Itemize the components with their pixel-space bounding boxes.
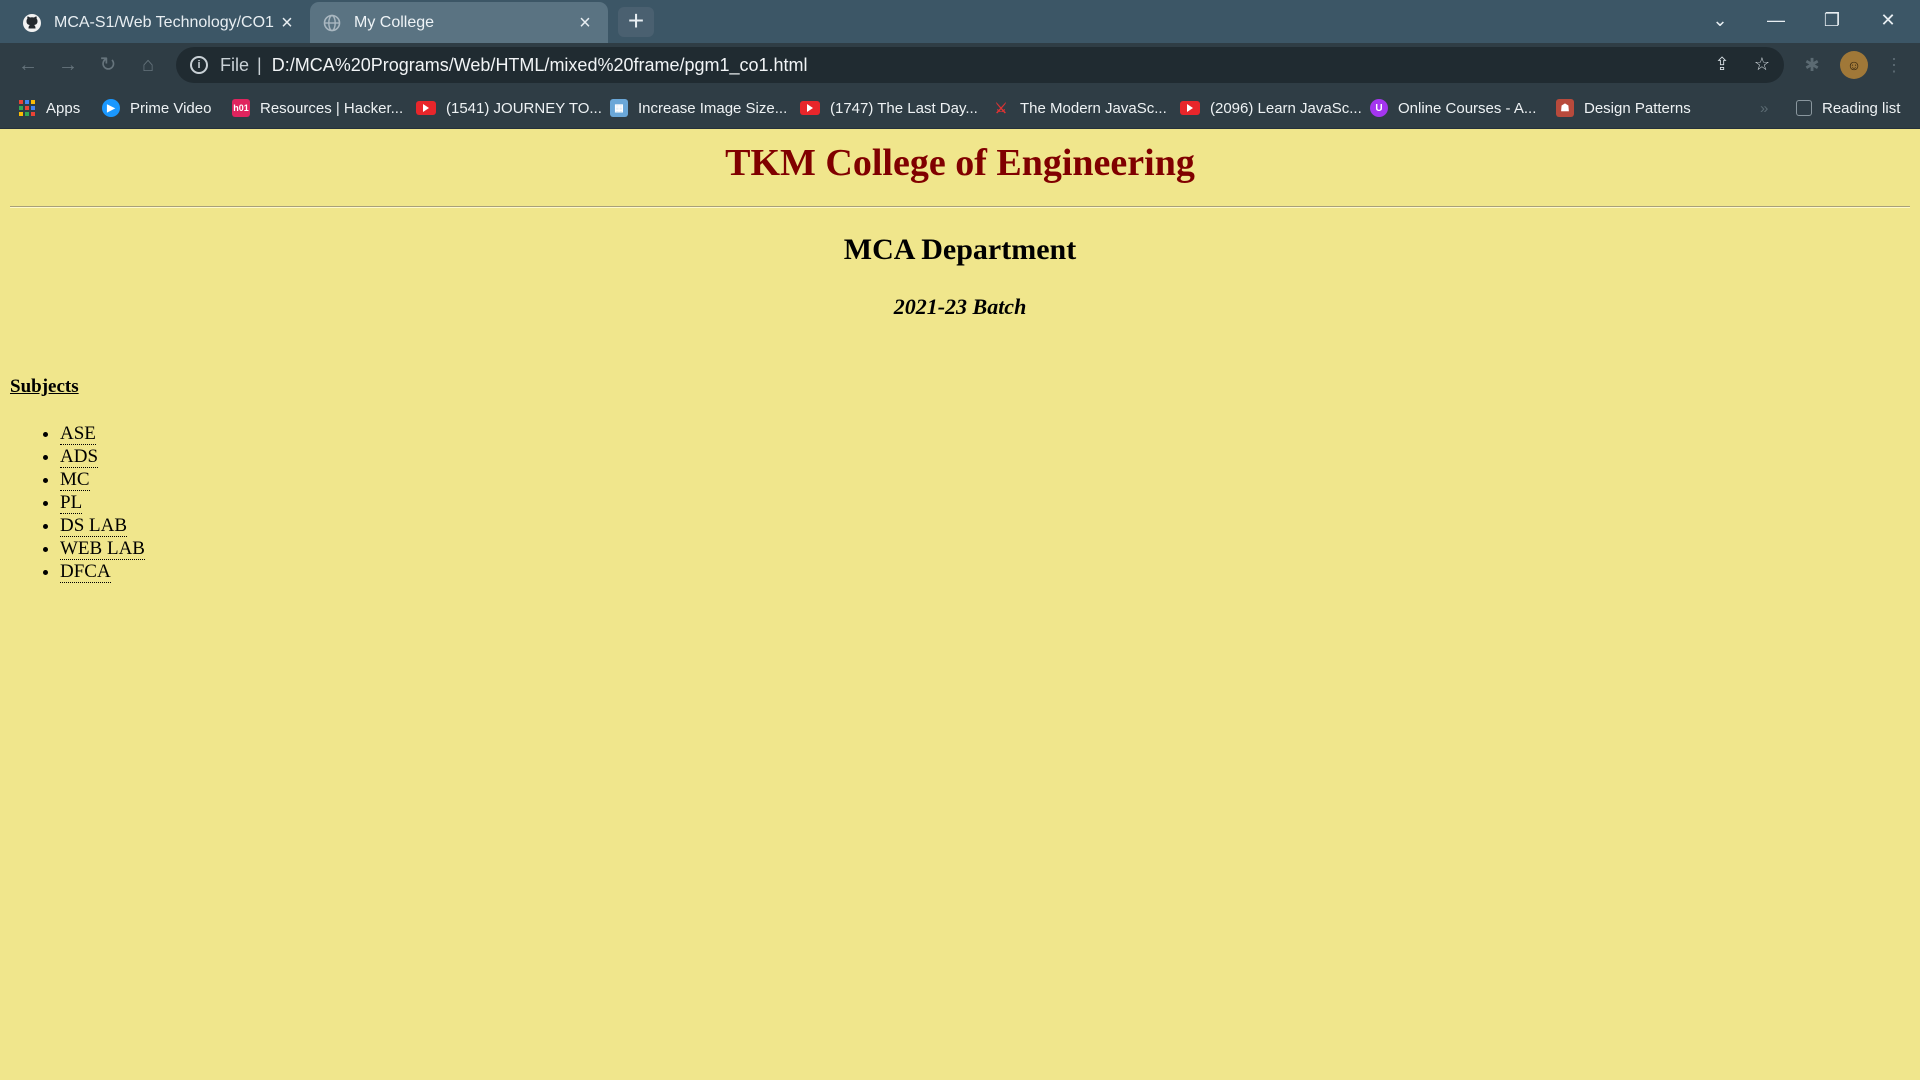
department-heading: MCA Department: [843, 233, 1077, 266]
minimize-button[interactable]: —: [1748, 0, 1804, 43]
subject-item: DFCA: [60, 560, 145, 583]
bookmark-label: Prime Video: [130, 99, 212, 117]
hacker-rank-icon: h01: [232, 99, 250, 117]
close-window-button[interactable]: ✕: [1860, 0, 1916, 43]
url-scheme: File: [220, 54, 250, 75]
bookmark-apps[interactable]: Apps: [18, 95, 80, 121]
address-bar[interactable]: i File | D:/MCA%20Programs/Web/HTML/mixe…: [176, 47, 1784, 83]
menu-icon[interactable]: ⋮: [1880, 51, 1908, 79]
url-text[interactable]: D:/MCA%20Programs/Web/HTML/mixed%20frame…: [272, 55, 808, 76]
subject-ase[interactable]: ASE: [60, 423, 96, 445]
subject-pl[interactable]: PL: [60, 492, 83, 514]
javascript-info-icon: ⚔: [994, 99, 1008, 116]
bookmark-label: (2096) Learn JavaSc...: [1210, 99, 1362, 117]
browser-toolbar: ← → ↻ ⌂ i File | D:/MCA%20Programs/Web/H…: [0, 43, 1920, 87]
bookmark-modern-js[interactable]: ⚔ The Modern JavaSc...: [992, 95, 1167, 121]
bookmark-label: Resources | Hacker...: [260, 99, 404, 117]
close-tab-icon[interactable]: ×: [574, 12, 596, 34]
subject-item: ASE: [60, 422, 145, 445]
bookmark-label: Design Patterns: [1584, 99, 1691, 117]
subjects-heading: Subjects: [10, 376, 79, 397]
bookmark-label: (1541) JOURNEY TO...: [446, 99, 602, 117]
bookmark-label: Apps: [46, 99, 81, 117]
subjects-list: ASE ADS MC PL DS LAB WEB LAB DFCA: [40, 422, 145, 583]
globe-icon: [322, 13, 342, 33]
subject-item: DS LAB: [60, 514, 145, 537]
bookmark-label: Online Courses - A...: [1398, 99, 1537, 117]
bookmarks-overflow-icon[interactable]: »: [1760, 95, 1768, 121]
page-content: TKM College of Engineering MCA Departmen…: [0, 129, 1920, 1080]
image-icon: ▦: [610, 99, 628, 117]
close-tab-icon[interactable]: ×: [276, 12, 298, 34]
subject-item: MC: [60, 468, 145, 491]
profile-avatar[interactable]: ☺: [1840, 51, 1868, 79]
bookmark-learn-js[interactable]: (2096) Learn JavaSc...: [1180, 95, 1362, 121]
bookmark-design-patterns[interactable]: ☗ Design Patterns: [1556, 95, 1691, 121]
youtube-icon: [800, 101, 820, 115]
browser-chrome: MCA-S1/Web Technology/CO1 a × My College…: [0, 0, 1920, 129]
tab-search-icon[interactable]: ⌄: [1692, 0, 1748, 43]
reading-list-icon: [1796, 100, 1812, 116]
bookmark-image-size[interactable]: ▦ Increase Image Size...: [610, 95, 787, 121]
youtube-icon: [416, 101, 436, 115]
tab-title: MCA-S1/Web Technology/CO1 a: [54, 13, 276, 31]
tab-strip: MCA-S1/Web Technology/CO1 a × My College…: [0, 0, 1920, 43]
bookmark-journey[interactable]: (1541) JOURNEY TO...: [416, 95, 602, 121]
share-icon[interactable]: ⇪: [1711, 53, 1733, 75]
subject-web-lab[interactable]: WEB LAB: [60, 538, 145, 560]
reload-icon[interactable]: ↻: [94, 51, 122, 79]
url-separator: |: [257, 54, 262, 75]
bookmark-label: Increase Image Size...: [638, 99, 788, 117]
home-icon[interactable]: ⌂: [134, 51, 162, 79]
bookmarks-bar: Apps ▶ Prime Video h01 Resources | Hacke…: [0, 87, 1920, 129]
info-icon[interactable]: i: [190, 56, 208, 74]
subject-item: ADS: [60, 445, 145, 468]
reading-list-button[interactable]: Reading list: [1796, 95, 1900, 121]
subject-ads[interactable]: ADS: [60, 446, 99, 468]
bookmark-label: The Modern JavaSc...: [1020, 99, 1167, 117]
subject-ds-lab[interactable]: DS LAB: [60, 515, 128, 537]
prime-video-icon: ▶: [102, 99, 120, 117]
apps-grid-icon: [18, 99, 36, 117]
bookmark-prime-video[interactable]: ▶ Prime Video: [102, 95, 211, 121]
refactoring-guru-icon: ☗: [1556, 99, 1574, 117]
reading-list-label: Reading list: [1822, 99, 1901, 117]
bookmark-label: (1747) The Last Day...: [830, 99, 978, 117]
subject-mc[interactable]: MC: [60, 469, 90, 491]
tab-github[interactable]: MCA-S1/Web Technology/CO1 a ×: [10, 2, 310, 43]
tab-my-college[interactable]: My College ×: [310, 2, 608, 43]
forward-icon[interactable]: →: [54, 51, 82, 79]
restore-button[interactable]: ❐: [1804, 0, 1860, 43]
tab-title: My College: [354, 13, 435, 31]
github-icon: [22, 13, 42, 33]
subject-dfca[interactable]: DFCA: [60, 561, 111, 583]
youtube-icon: [1180, 101, 1200, 115]
bookmark-online-courses[interactable]: U Online Courses - A...: [1370, 95, 1536, 121]
new-tab-button[interactable]: +: [618, 7, 654, 37]
bookmark-hacker[interactable]: h01 Resources | Hacker...: [232, 95, 403, 121]
bookmark-star-icon[interactable]: ☆: [1751, 53, 1773, 75]
extensions-icon[interactable]: ✱: [1798, 51, 1826, 79]
subject-item: WEB LAB: [60, 537, 145, 560]
udemy-icon: U: [1370, 99, 1388, 117]
bookmark-last-day[interactable]: (1747) The Last Day...: [800, 95, 978, 121]
back-icon[interactable]: ←: [14, 51, 42, 79]
college-title: TKM College of Engineering: [725, 142, 1195, 184]
horizontal-rule: [10, 206, 1910, 208]
subject-item: PL: [60, 491, 145, 514]
batch-label: 2021-23 Batch: [893, 294, 1027, 319]
